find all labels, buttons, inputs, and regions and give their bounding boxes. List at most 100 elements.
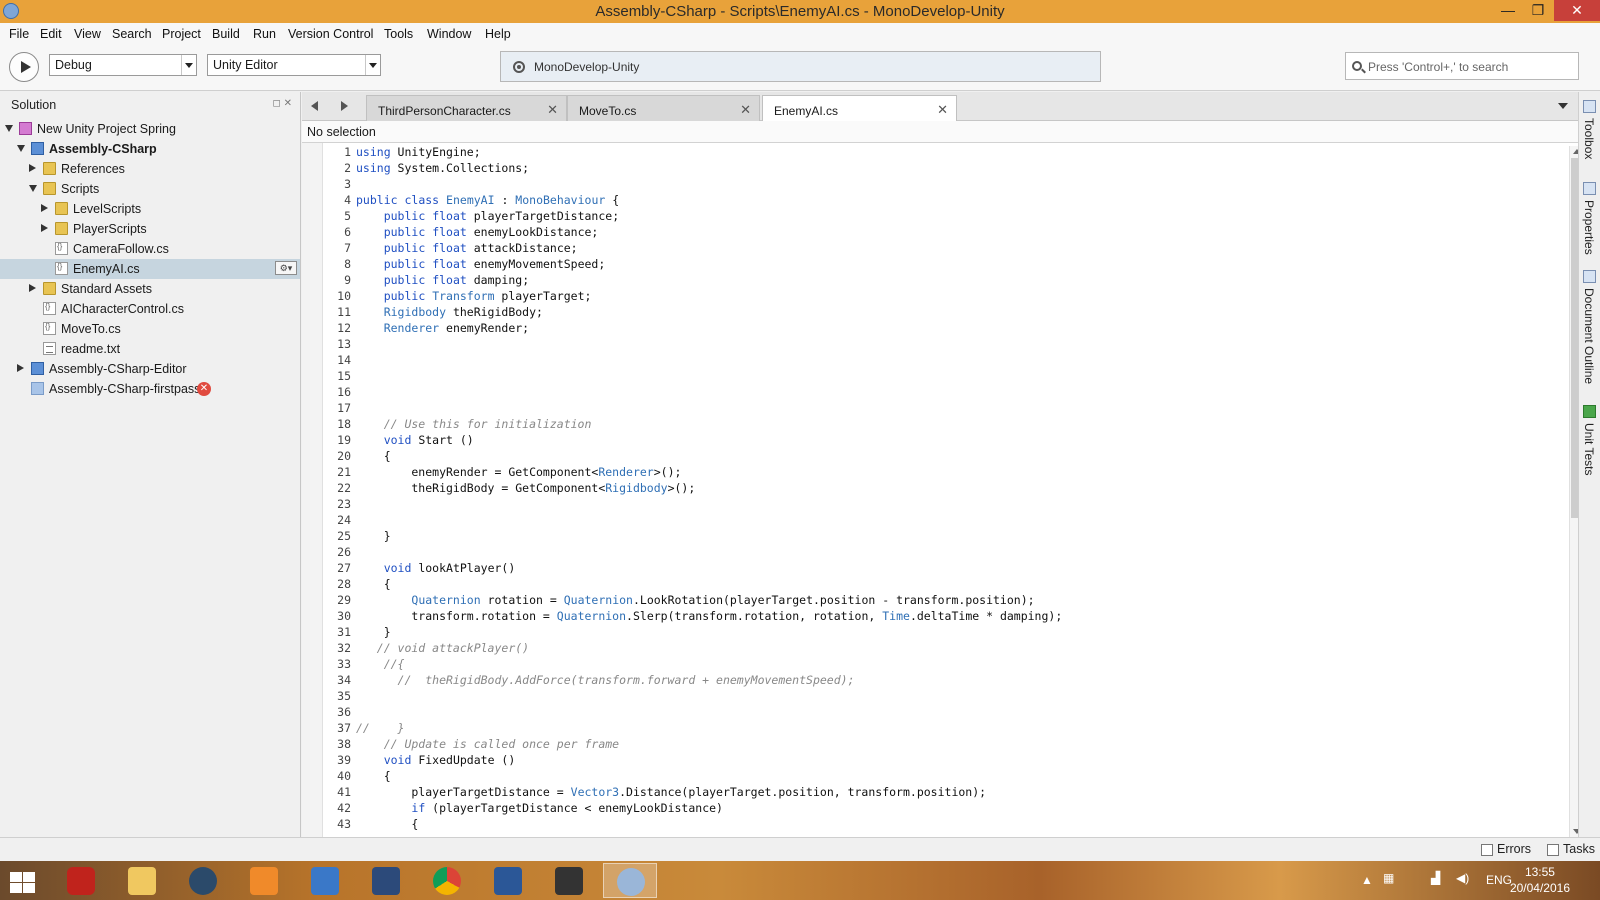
tree-item[interactable]: CameraFollow.cs xyxy=(0,239,300,259)
taskbar-media-player[interactable] xyxy=(237,863,291,898)
run-target-select[interactable]: Unity Editor xyxy=(207,54,381,76)
taskbar-blender[interactable] xyxy=(359,863,413,898)
tray-arrow-icon[interactable]: ▲ xyxy=(1361,873,1373,887)
start-button[interactable] xyxy=(0,863,54,898)
menu-search[interactable]: Search xyxy=(112,27,152,41)
expander-closed-icon[interactable] xyxy=(29,164,36,172)
tree-item[interactable]: MoveTo.cs xyxy=(0,319,300,339)
code-line[interactable]: 5 public float playerTargetDistance; xyxy=(323,209,1062,225)
code-line[interactable]: 2 using System.Collections; xyxy=(323,161,1062,177)
navigate-back-icon[interactable] xyxy=(311,101,318,111)
search-input[interactable]: Press 'Control+,' to search xyxy=(1345,52,1579,80)
code-line[interactable]: 22 theRigidBody = GetComponent<Rigidbody… xyxy=(323,481,1062,497)
tree-item[interactable]: New Unity Project Spring xyxy=(0,119,300,139)
code-line[interactable]: 34 // theRigidBody.AddForce(transform.fo… xyxy=(323,673,1062,689)
tree-item[interactable]: AICharacterControl.cs xyxy=(0,299,300,319)
taskbar-power-app[interactable] xyxy=(54,863,108,898)
configuration-select[interactable]: Debug xyxy=(49,54,197,76)
code-line[interactable]: 3 xyxy=(323,177,1062,193)
code-line[interactable]: 24 xyxy=(323,513,1062,529)
code-line[interactable]: 8 public float enemyMovementSpeed; xyxy=(323,257,1062,273)
code-line[interactable]: 14 xyxy=(323,353,1062,369)
tab-thirdpersoncharacter[interactable]: ThirdPersonCharacter.cs ✕ xyxy=(366,95,567,121)
code-line[interactable]: 19 void Start () xyxy=(323,433,1062,449)
tray-signal-icon[interactable]: ▟ xyxy=(1431,871,1440,885)
tab-enemyai[interactable]: EnemyAI.cs ✕ xyxy=(762,95,957,122)
maximize-button[interactable]: ❐ xyxy=(1523,0,1553,21)
expander-closed-icon[interactable] xyxy=(17,364,24,372)
expander-open-icon[interactable] xyxy=(29,185,37,192)
code-line[interactable]: 16 xyxy=(323,385,1062,401)
code-line[interactable]: 38 // Update is called once per frame xyxy=(323,737,1062,753)
expander-closed-icon[interactable] xyxy=(41,204,48,212)
tree-item[interactable]: References xyxy=(0,159,300,179)
code-line[interactable]: 21 enemyRender = GetComponent<Renderer>(… xyxy=(323,465,1062,481)
tree-item[interactable]: readme.txt xyxy=(0,339,300,359)
dock-properties[interactable]: Properties xyxy=(1581,182,1599,262)
close-button[interactable]: ✕ xyxy=(1554,0,1600,21)
code-line[interactable]: 4 public class EnemyAI : MonoBehaviour { xyxy=(323,193,1062,209)
code-line[interactable]: 36 xyxy=(323,705,1062,721)
menu-run[interactable]: Run xyxy=(253,27,276,41)
tree-item[interactable]: Scripts xyxy=(0,179,300,199)
tree-item[interactable]: Assembly-CSharp-firstpass ✕ xyxy=(0,379,300,399)
dock-unit-tests[interactable]: Unit Tests xyxy=(1581,405,1599,485)
tab-moveto[interactable]: MoveTo.cs ✕ xyxy=(567,95,760,121)
menu-file[interactable]: File xyxy=(9,27,29,41)
run-button[interactable] xyxy=(9,52,39,82)
dock-toolbox[interactable]: Toolbox xyxy=(1581,100,1599,170)
code-line[interactable]: 7 public float attackDistance; xyxy=(323,241,1062,257)
taskbar-control-panel[interactable] xyxy=(298,863,352,898)
code-line[interactable]: 9 public float damping; xyxy=(323,273,1062,289)
tree-item[interactable]: Standard Assets xyxy=(0,279,300,299)
code-line[interactable]: 43 { xyxy=(323,817,1062,833)
tray-language[interactable]: ENG xyxy=(1486,873,1512,887)
editor-margin[interactable] xyxy=(302,143,323,837)
code-line[interactable]: 42 if (playerTargetDistance < enemyLookD… xyxy=(323,801,1062,817)
code-line[interactable]: 15 xyxy=(323,369,1062,385)
code-line[interactable]: 31 } xyxy=(323,625,1062,641)
code-line[interactable]: 33 //{ xyxy=(323,657,1062,673)
menu-version-control[interactable]: Version Control xyxy=(288,27,373,41)
close-tab-icon[interactable]: ✕ xyxy=(547,102,558,118)
code-line[interactable]: 28 { xyxy=(323,577,1062,593)
code-line[interactable]: 13 xyxy=(323,337,1062,353)
tree-item[interactable]: Assembly-CSharp-Editor xyxy=(0,359,300,379)
tree-item[interactable]: Assembly-CSharp xyxy=(0,139,300,159)
close-tab-icon[interactable]: ✕ xyxy=(740,102,751,118)
navigate-forward-icon[interactable] xyxy=(341,101,348,111)
tab-list-chevron-icon[interactable] xyxy=(1558,103,1568,109)
code-line[interactable]: 25 } xyxy=(323,529,1062,545)
menu-view[interactable]: View xyxy=(74,27,101,41)
code-line[interactable]: 40 { xyxy=(323,769,1062,785)
taskbar-chrome[interactable] xyxy=(420,863,474,898)
menu-window[interactable]: Window xyxy=(427,27,471,41)
code-line[interactable]: 41 playerTargetDistance = Vector3.Distan… xyxy=(323,785,1062,801)
code-line[interactable]: 26 xyxy=(323,545,1062,561)
code-line[interactable]: 12 Renderer enemyRender; xyxy=(323,321,1062,337)
breadcrumb[interactable]: No selection xyxy=(302,121,1578,143)
code-line[interactable]: 23 xyxy=(323,497,1062,513)
code-line[interactable]: 29 Quaternion rotation = Quaternion.Look… xyxy=(323,593,1062,609)
code-line[interactable]: 32 // void attackPlayer() xyxy=(323,641,1062,657)
taskbar-word[interactable] xyxy=(481,863,535,898)
dock-document-outline[interactable]: Document Outline xyxy=(1581,270,1599,395)
tree-item[interactable]: PlayerScripts xyxy=(0,219,300,239)
code-line[interactable]: 20 { xyxy=(323,449,1062,465)
gear-icon[interactable]: ⚙▾ xyxy=(275,261,297,275)
pane-controls[interactable]: ◻ ✕ xyxy=(273,98,292,109)
tasks-button[interactable]: Tasks xyxy=(1547,842,1595,856)
code-editor[interactable]: 1 using UnityEngine; 2 using System.Collect… xyxy=(302,143,1578,837)
taskbar-unity[interactable] xyxy=(542,863,596,898)
expander-closed-icon[interactable] xyxy=(29,284,36,292)
menu-build[interactable]: Build xyxy=(212,27,240,41)
code-line[interactable]: 10 public Transform playerTarget; xyxy=(323,289,1062,305)
taskbar-clock[interactable]: 13:55 20/04/2016 xyxy=(1510,864,1570,896)
taskbar-steam[interactable] xyxy=(176,863,230,898)
minimize-button[interactable]: — xyxy=(1493,0,1523,21)
tray-volume-icon[interactable]: ◀) xyxy=(1456,871,1469,885)
code-line[interactable]: 6 public float enemyLookDistance; xyxy=(323,225,1062,241)
menu-help[interactable]: Help xyxy=(485,27,511,41)
code-line[interactable]: 1 using UnityEngine; xyxy=(323,145,1062,161)
tray-network-icon[interactable]: ▦ xyxy=(1383,871,1394,885)
